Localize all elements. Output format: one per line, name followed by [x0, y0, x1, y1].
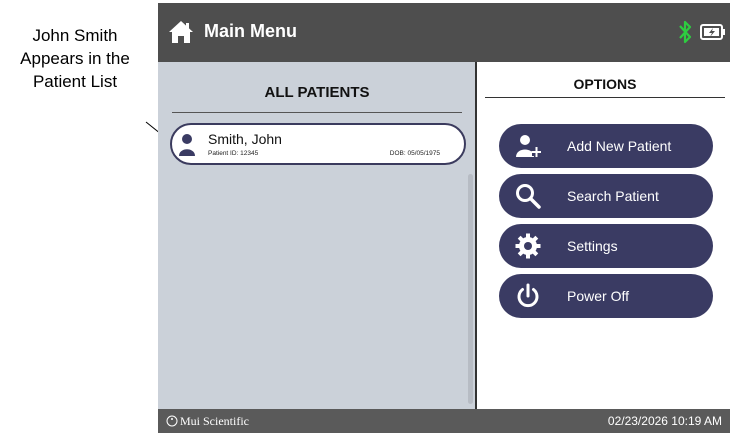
patient-name: Smith, John — [208, 131, 282, 147]
search-patient-button[interactable]: Search Patient — [499, 174, 713, 218]
power-off-button[interactable]: Power Off — [499, 274, 713, 318]
annotation-line: Appears in the — [20, 49, 130, 68]
mui-logo-icon — [166, 415, 178, 427]
device-screen: Main Menu ALL PATIENTS Smith, John Patie… — [158, 3, 730, 433]
patient-list-item[interactable]: Smith, John Patient ID: 12345 DOB: 05/05… — [170, 123, 466, 165]
gear-icon — [515, 233, 541, 259]
settings-button[interactable]: Settings — [499, 224, 713, 268]
search-icon — [516, 184, 541, 209]
bluetooth-icon — [679, 20, 692, 44]
header-bar: Main Menu — [158, 3, 730, 62]
annotation-callout: John Smith Appears in the Patient List — [0, 24, 150, 93]
options-title: OPTIONS — [573, 76, 637, 92]
button-label: Add New Patient — [567, 138, 672, 154]
patient-avatar-icon — [179, 134, 195, 156]
home-icon[interactable] — [168, 19, 194, 45]
add-user-icon — [516, 135, 541, 157]
brand-name: Mui Scientific — [180, 414, 249, 428]
button-label: Settings — [567, 238, 618, 254]
annotation-line: Patient List — [32, 72, 118, 91]
options-divider — [485, 97, 725, 98]
add-new-patient-button[interactable]: Add New Patient — [499, 124, 713, 168]
button-label: Search Patient — [567, 188, 659, 204]
page-title: Main Menu — [204, 21, 297, 41]
button-label: Power Off — [567, 288, 629, 304]
power-icon — [517, 283, 539, 308]
status-bar: Mui Scientific 02/23/2026 10:19 AM — [158, 409, 730, 433]
patient-list-panel: ALL PATIENTS Smith, John Patient ID: 123… — [158, 62, 475, 409]
options-panel: OPTIONS Add New Patient Search Patient S… — [477, 62, 730, 409]
patient-list-scrollbar[interactable] — [468, 174, 473, 404]
patient-dob: DOB: 05/05/1975 — [389, 150, 440, 157]
title-divider — [172, 112, 462, 113]
patient-list-title: ALL PATIENTS — [264, 84, 370, 101]
patient-id: Patient ID: 12345 — [208, 150, 259, 157]
battery-icon — [700, 24, 725, 40]
annotation-line: John Smith — [32, 26, 118, 45]
date-time: 02/23/2026 10:19 AM — [607, 414, 722, 428]
